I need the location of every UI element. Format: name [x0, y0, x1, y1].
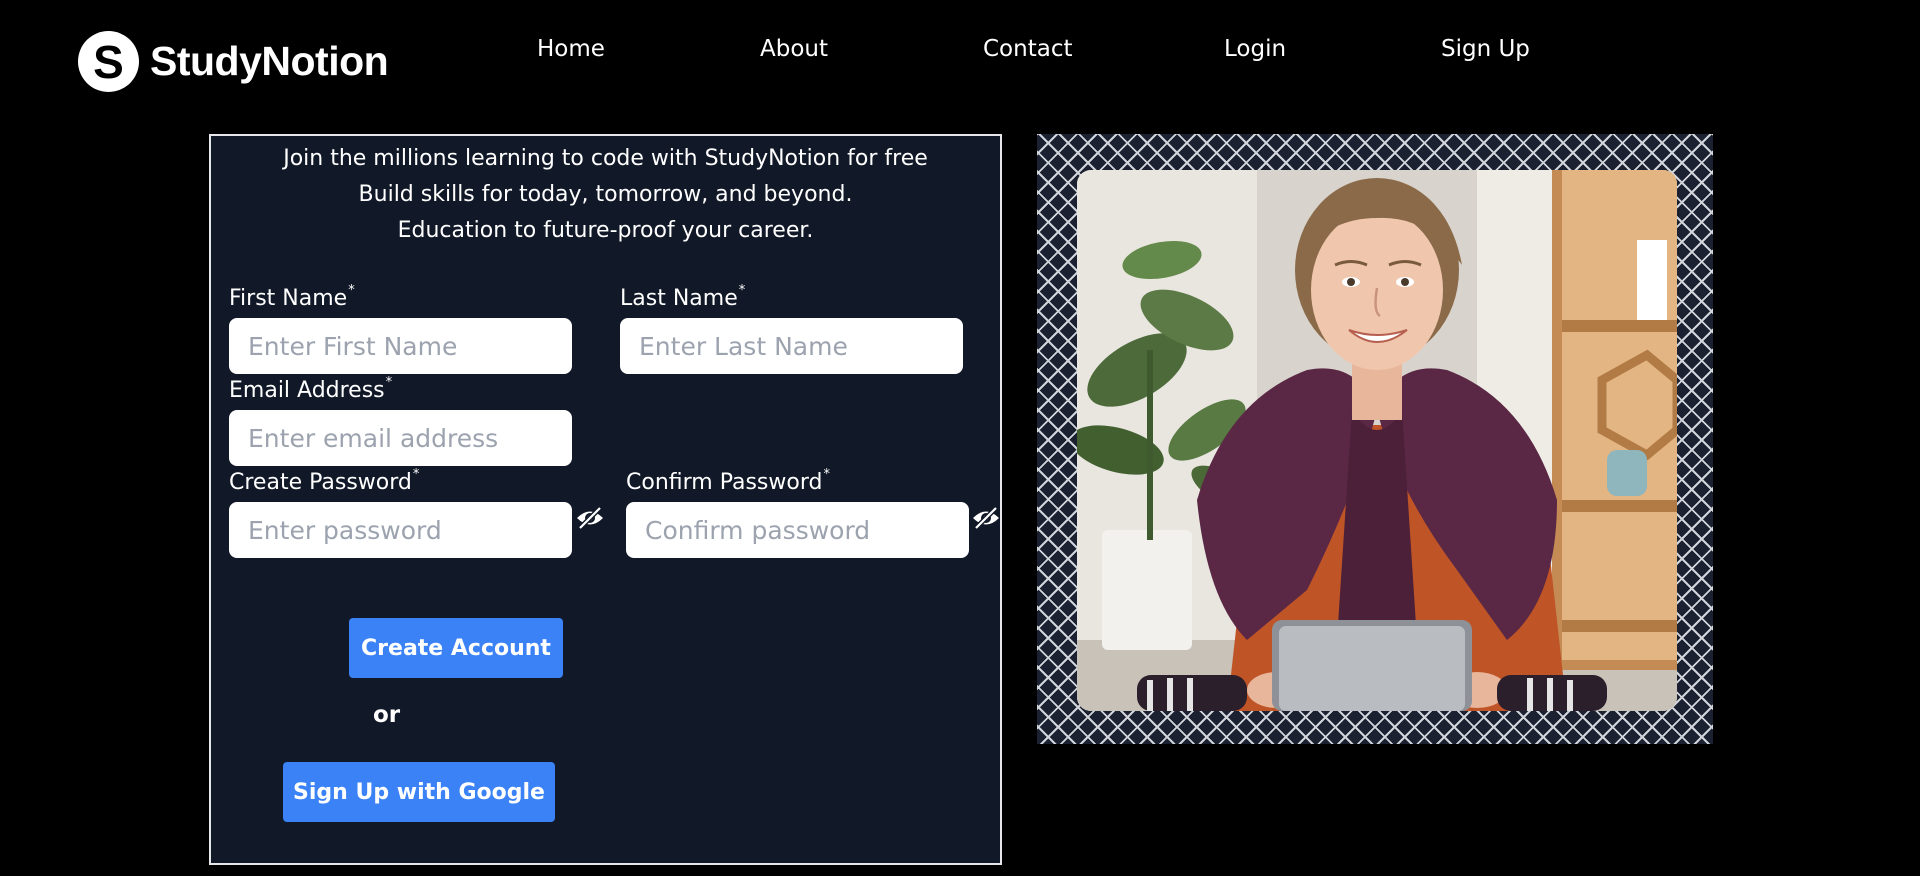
required-marker: *: [412, 467, 420, 482]
first-name-label-text: First Name: [229, 286, 348, 311]
last-name-input[interactable]: [620, 318, 963, 374]
required-marker: *: [823, 467, 830, 482]
email-input[interactable]: [229, 410, 572, 466]
nav-link-home[interactable]: Home: [537, 36, 605, 62]
password-label-text: Create Password: [229, 470, 412, 495]
nav-link-contact[interactable]: Contact: [983, 36, 1072, 62]
password-label: Create Password*: [229, 467, 420, 495]
nav-link-signup[interactable]: Sign Up: [1441, 36, 1530, 62]
email-label-text: Email Address: [229, 378, 385, 403]
student-illustration: [1077, 170, 1677, 711]
brand-name: StudyNotion: [150, 38, 389, 84]
confirm-password-label: Confirm Password*: [626, 467, 830, 495]
tagline-line-1: Join the millions learning to code with …: [283, 146, 928, 171]
email-label: Email Address*: [229, 375, 393, 403]
required-marker: *: [348, 283, 355, 298]
create-account-button[interactable]: Create Account: [349, 618, 563, 678]
logo-icon: S: [78, 31, 139, 92]
first-name-input[interactable]: [229, 318, 572, 374]
last-name-label: Last Name*: [620, 283, 746, 311]
brand-logo[interactable]: S StudyNotion: [78, 31, 389, 92]
tagline-line-3: Education to future-proof your career.: [397, 218, 814, 243]
required-marker: *: [738, 283, 746, 298]
hero-image-frame: [1037, 134, 1713, 744]
required-marker: *: [385, 375, 393, 390]
password-input[interactable]: [229, 502, 572, 558]
confirm-password-label-text: Confirm Password: [626, 470, 823, 495]
student-photo: [1077, 170, 1677, 711]
signup-form-panel: Join the millions learning to code with …: [209, 134, 1002, 865]
eye-slash-icon[interactable]: [575, 506, 605, 530]
eye-slash-icon[interactable]: [971, 506, 1001, 530]
google-signup-button[interactable]: Sign Up with Google: [283, 762, 555, 822]
first-name-label: First Name*: [229, 283, 355, 311]
or-divider-text: or: [373, 702, 401, 728]
nav-link-about[interactable]: About: [760, 36, 828, 62]
tagline-line-2: Build skills for today, tomorrow, and be…: [358, 182, 853, 207]
last-name-label-text: Last Name: [620, 286, 738, 311]
nav-link-login[interactable]: Login: [1224, 36, 1286, 62]
confirm-password-input[interactable]: [626, 502, 969, 558]
